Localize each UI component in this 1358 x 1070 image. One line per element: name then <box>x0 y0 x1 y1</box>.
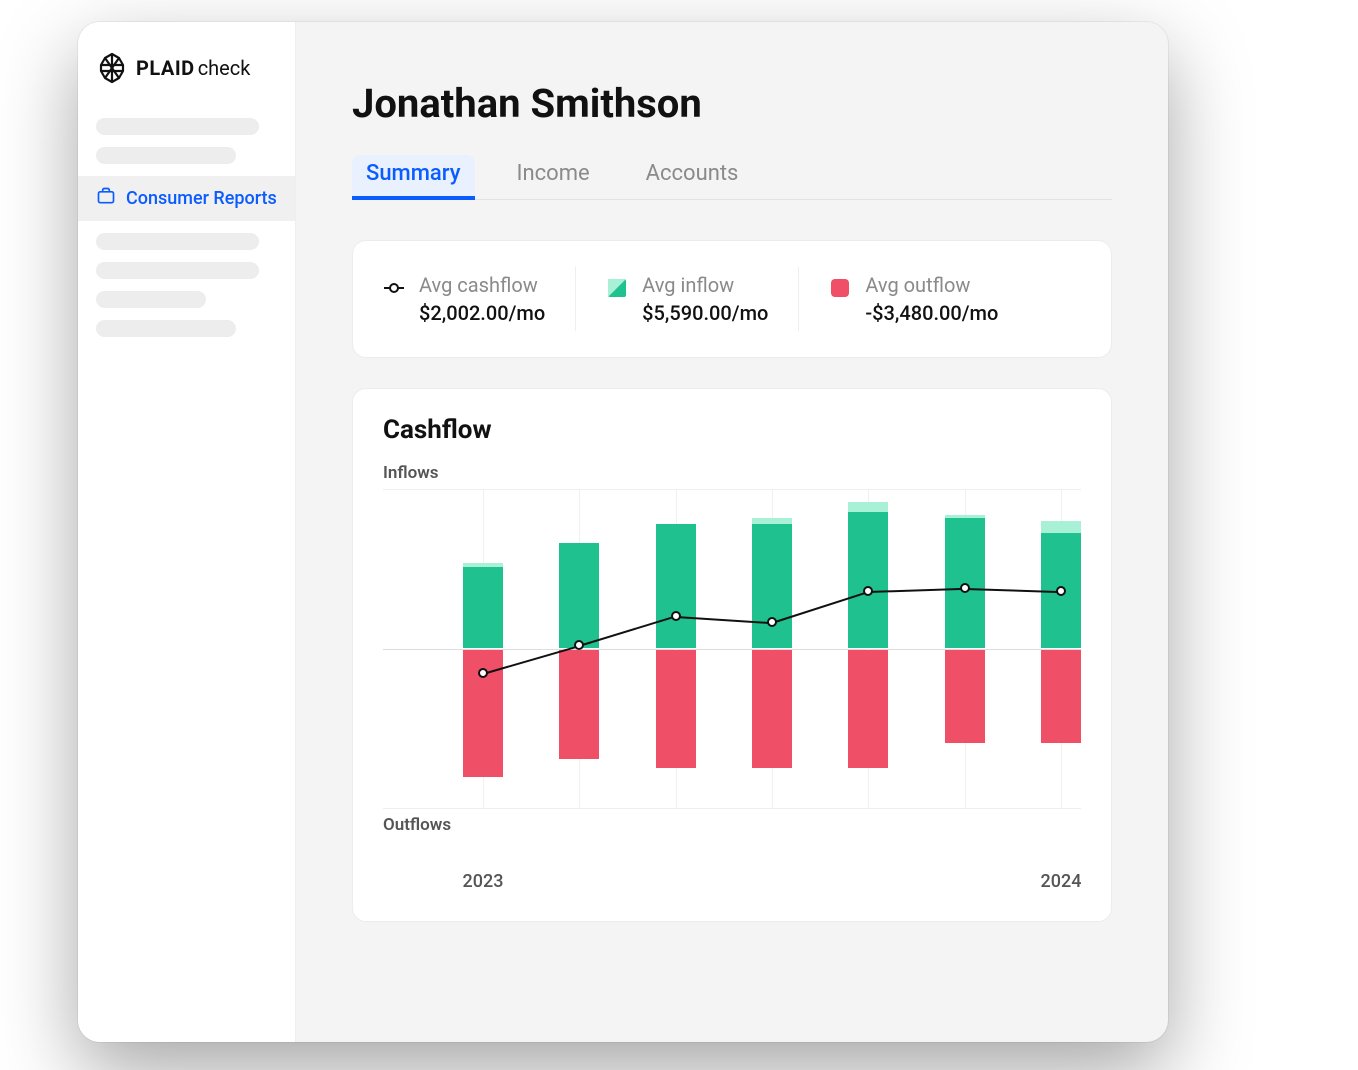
sidebar: PLAIDcheck Consumer Reports <box>78 22 296 1042</box>
chart-net-point <box>574 640 584 650</box>
summary-stats-card: Avg cashflow $2,002.00/mo Avg inflow $5,… <box>352 240 1112 358</box>
chart-net-point <box>671 611 681 621</box>
chart-title: Cashflow <box>383 415 1081 445</box>
chart-net-point <box>767 617 777 627</box>
stat-value: -$3,480.00/mo <box>865 301 998 325</box>
chart-bar-outflow <box>559 650 599 759</box>
chart-bar-outflow <box>945 650 985 743</box>
stat-label: Avg inflow <box>642 273 768 297</box>
chart-bar-inflow <box>559 543 599 648</box>
chart-bar-inflow-extra <box>463 563 503 568</box>
plaid-logo-icon <box>96 52 128 84</box>
stat-avg-cashflow: Avg cashflow $2,002.00/mo <box>383 267 576 331</box>
chart-bar-inflow-extra <box>945 515 985 518</box>
chart-bar-inflow <box>463 567 503 648</box>
cashflow-chart-card: Cashflow Inflows Outflows 2023 2024 <box>352 388 1112 922</box>
chart-bar-group <box>463 490 503 808</box>
stat-label: Avg outflow <box>865 273 998 297</box>
sidebar-item-placeholder <box>96 320 236 337</box>
chart-y-top-label: Inflows <box>383 463 1081 483</box>
stat-label: Avg cashflow <box>419 273 545 297</box>
stat-avg-outflow: Avg outflow -$3,480.00/mo <box>799 267 1028 331</box>
chart-bar-inflow-extra <box>1041 521 1081 533</box>
chart-bar-inflow <box>656 524 696 648</box>
sidebar-item-placeholder <box>96 147 236 164</box>
brand-logo: PLAIDcheck <box>78 52 295 106</box>
stat-value: $2,002.00/mo <box>419 301 545 325</box>
tab-income[interactable]: Income <box>503 155 604 200</box>
brand-name: PLAIDcheck <box>136 56 250 80</box>
chart-bar-group <box>656 490 696 808</box>
inflow-swatch-icon <box>606 277 628 299</box>
stat-value: $5,590.00/mo <box>642 301 768 325</box>
stat-avg-inflow: Avg inflow $5,590.00/mo <box>576 267 799 331</box>
cashflow-chart <box>383 489 1081 809</box>
sidebar-item-consumer-reports[interactable]: Consumer Reports <box>78 176 295 221</box>
main-content: Jonathan Smithson Summary Income Account… <box>296 22 1168 1042</box>
chart-bar-group <box>945 490 985 808</box>
chart-net-point <box>863 586 873 596</box>
line-point-icon <box>383 277 405 299</box>
chart-x-label-start: 2023 <box>463 871 504 892</box>
chart-bar-inflow-extra <box>752 518 792 524</box>
chart-x-axis: 2023 2024 <box>383 871 1081 895</box>
chart-bar-group <box>1041 490 1081 808</box>
chart-bar-outflow <box>656 650 696 768</box>
tab-summary[interactable]: Summary <box>352 155 475 200</box>
chart-bar-inflow <box>752 524 792 648</box>
tab-bar: Summary Income Accounts <box>352 155 1112 200</box>
tab-accounts[interactable]: Accounts <box>632 155 753 200</box>
sidebar-item-placeholder <box>96 291 206 308</box>
chart-bar-inflow-extra <box>848 502 888 511</box>
chart-bar-group <box>848 490 888 808</box>
outflow-swatch-icon <box>829 277 851 299</box>
chart-bar-inflow <box>848 512 888 648</box>
chart-bar-outflow <box>752 650 792 768</box>
chart-bar-group <box>752 490 792 808</box>
briefcase-icon <box>96 186 116 211</box>
chart-bar-outflow <box>848 650 888 768</box>
chart-x-label-end: 2024 <box>1041 871 1082 892</box>
chart-y-bottom-label: Outflows <box>383 815 1081 835</box>
sidebar-item-placeholder <box>96 233 259 250</box>
page-title: Jonathan Smithson <box>352 80 1112 127</box>
chart-net-point <box>478 668 488 678</box>
sidebar-item-placeholder <box>96 118 259 135</box>
chart-bar-outflow <box>1041 650 1081 743</box>
chart-net-point <box>960 583 970 593</box>
app-window: PLAIDcheck Consumer Reports Jonathan Smi… <box>78 22 1168 1042</box>
sidebar-item-label: Consumer Reports <box>126 188 277 209</box>
chart-net-point <box>1056 586 1066 596</box>
sidebar-item-placeholder <box>96 262 259 279</box>
